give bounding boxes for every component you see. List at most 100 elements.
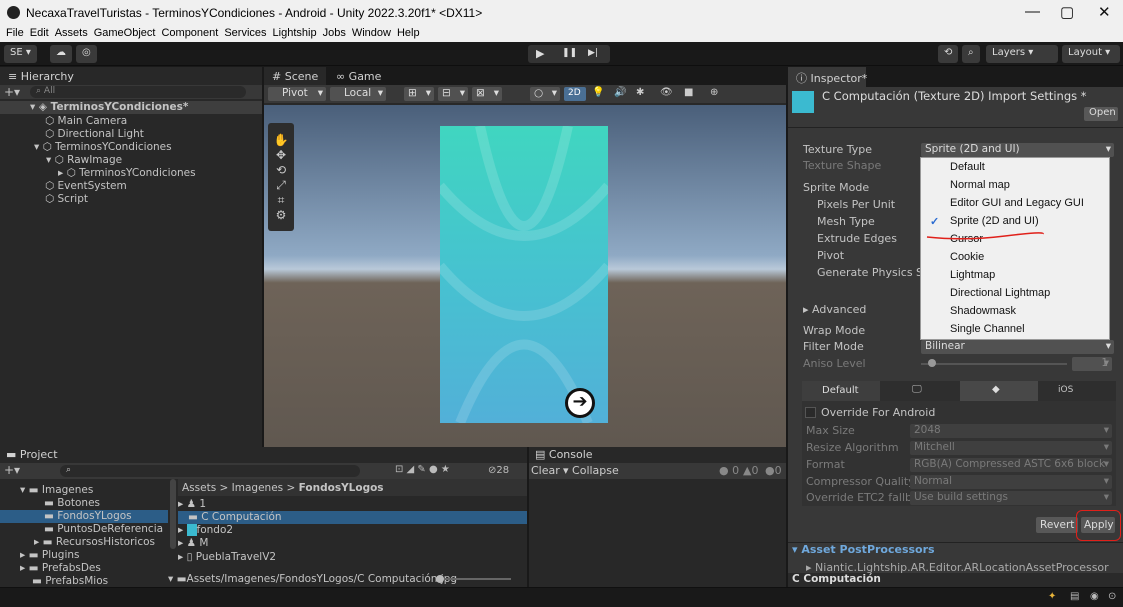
lighting-icon[interactable]: 💡 xyxy=(592,87,604,98)
2d-toggle[interactable]: 2D xyxy=(564,87,586,101)
hierarchy-item-eventsystem[interactable]: ⬡ EventSystem xyxy=(45,180,127,193)
layout-dropdown[interactable]: Layout ▾ xyxy=(1062,45,1120,63)
menu-gameobject[interactable]: GameObject xyxy=(94,27,156,39)
menu-lightship[interactable]: Lightship xyxy=(273,27,317,39)
menu-help[interactable]: Help xyxy=(397,27,420,39)
camera-icon[interactable]: ■ xyxy=(684,87,693,98)
menu-file[interactable]: File xyxy=(6,27,24,39)
move-tool-icon[interactable]: ✥ xyxy=(268,148,294,163)
rect-tool-icon[interactable]: ⌗ xyxy=(268,193,294,208)
maximize-button[interactable]: ▢ xyxy=(1060,3,1074,21)
tab-scene[interactable]: # Scene xyxy=(264,67,326,87)
hierarchy-item-directional-light[interactable]: ⬡ Directional Light xyxy=(45,128,144,141)
transform-tool-icon[interactable]: ⚙ xyxy=(268,208,294,223)
cloud-icon[interactable]: ☁ xyxy=(50,45,72,63)
layers-dropdown[interactable]: Layers ▾ xyxy=(986,45,1058,63)
folder-imagenes[interactable]: ▾ ▬ Imagenes xyxy=(20,484,93,497)
collapse-dropdown[interactable]: ▾ Collapse xyxy=(563,464,619,477)
tab-game[interactable]: ∞ Game xyxy=(328,67,389,87)
menu-services[interactable]: Services xyxy=(224,27,266,39)
effects-icon[interactable]: ✱ xyxy=(636,87,644,98)
hand-tool-icon[interactable]: ✋ xyxy=(268,133,294,148)
option-normal-map[interactable]: Normal map xyxy=(921,177,1109,195)
folder-prefabsdes[interactable]: ▸ ▬ PrefabsDes xyxy=(20,562,101,575)
hierarchy-item-script[interactable]: ⬡ Script xyxy=(45,193,88,206)
hierarchy-item-rawimage[interactable]: ▾ ⬡ RawImage xyxy=(46,154,122,167)
menu-edit[interactable]: Edit xyxy=(30,27,49,39)
aniso-slider-handle[interactable] xyxy=(928,359,936,367)
platform-tab-ios[interactable]: iOS xyxy=(1058,385,1073,395)
draw-mode-icon[interactable]: ○ xyxy=(530,87,560,101)
pivot-dropdown[interactable]: Pivot xyxy=(268,87,326,101)
menu-window[interactable]: Window xyxy=(352,27,391,39)
audio-icon[interactable]: 🔊 xyxy=(614,87,626,98)
checkmark-status-icon[interactable]: ⊙ xyxy=(1108,591,1116,602)
folder-fondosylogos[interactable]: ▬ FondosYLogos xyxy=(0,510,168,523)
tree-scrollbar[interactable] xyxy=(170,479,176,549)
aniso-slider[interactable] xyxy=(921,363,1067,365)
warning-count[interactable]: ▲0 xyxy=(743,464,758,477)
menu-component[interactable]: Component xyxy=(161,27,218,39)
filter-mode-dropdown[interactable]: Bilinear xyxy=(921,340,1114,354)
add-icon[interactable]: +▾ xyxy=(4,85,20,99)
option-directional-lightmap[interactable]: Directional Lightmap xyxy=(921,285,1109,303)
play-button[interactable]: ▶ xyxy=(536,47,544,60)
hierarchy-item-terminos-child[interactable]: ▸ ⬡ TerminosYCondiciones xyxy=(58,167,196,180)
grid-snap-icon[interactable]: ⊞ xyxy=(404,87,434,101)
rotate-tool-icon[interactable]: ⟲ xyxy=(268,163,294,178)
hierarchy-item-main-camera[interactable]: ⬡ Main Camera xyxy=(45,115,127,128)
network-icon[interactable]: ◉ xyxy=(1090,591,1099,602)
error-count[interactable]: ●0 xyxy=(765,464,782,477)
menu-jobs[interactable]: Jobs xyxy=(323,27,346,39)
snap-increment-icon[interactable]: ⊟ xyxy=(438,87,468,101)
option-shadowmask[interactable]: Shadowmask xyxy=(921,303,1109,321)
clear-button[interactable]: Clear xyxy=(531,464,560,477)
scene-root[interactable]: ▾ ◈ TerminosYCondiciones* xyxy=(0,101,262,114)
folder-botones[interactable]: ▬ Botones xyxy=(44,497,100,510)
icon-size-slider[interactable] xyxy=(437,578,511,580)
filter-icons[interactable]: ⊡ ◢ ✎ ● ★ xyxy=(395,464,450,475)
gizmos-icon[interactable]: ⊕ xyxy=(710,87,718,98)
local-dropdown[interactable]: Local xyxy=(330,87,386,101)
option-cookie[interactable]: Cookie xyxy=(921,249,1109,267)
collab-icon[interactable]: ◎ xyxy=(76,45,97,63)
project-search-input[interactable]: ⌕ xyxy=(60,465,360,477)
search-icon[interactable]: ⌕ xyxy=(962,45,980,63)
tab-inspector[interactable]: ⓘ Inspector* xyxy=(788,67,867,87)
android-icon[interactable]: ◆ xyxy=(960,381,1038,401)
tab-project[interactable]: ▬ Project xyxy=(0,447,527,463)
account-dropdown[interactable]: SE ▾ xyxy=(4,45,37,63)
option-single-channel[interactable]: Single Channel xyxy=(921,321,1109,339)
tab-console[interactable]: ▤ Console xyxy=(529,447,786,463)
folder-puntos[interactable]: ▬ PuntosDeReferencia xyxy=(44,523,163,536)
file-c-computacion[interactable]: ▬ C Computación xyxy=(178,511,527,524)
option-editor-gui[interactable]: Editor GUI and Legacy GUI xyxy=(921,195,1109,213)
texture-type-dropdown[interactable]: Sprite (2D and UI) xyxy=(921,143,1114,157)
folder-plugins[interactable]: ▸ ▬ Plugins xyxy=(20,549,80,562)
scene-viewport[interactable]: ➔ ✋ ✥ ⟲ ⤢ ⌗ ⚙ xyxy=(264,105,786,447)
grid-visibility-icon[interactable]: ⊠ xyxy=(472,87,502,101)
log-count[interactable]: ● 0 xyxy=(719,464,739,477)
file-pueblatravel[interactable]: ▸ ▯ PueblaTravelV2 xyxy=(178,551,276,564)
history-icon[interactable]: ⟲ xyxy=(938,45,959,63)
postprocessors-foldout[interactable]: ▾ Asset PostProcessors xyxy=(792,543,935,557)
option-lightmap[interactable]: Lightmap xyxy=(921,267,1109,285)
step-button[interactable]: ▶| xyxy=(588,48,598,58)
override-checkbox[interactable] xyxy=(805,407,816,418)
hidden-objects-icon[interactable]: 👁 xyxy=(660,87,673,98)
tab-hierarchy[interactable]: ≡ Hierarchy xyxy=(0,67,262,87)
advanced-foldout[interactable]: ▸ Advanced xyxy=(803,303,866,317)
close-button[interactable]: ✕ xyxy=(1098,3,1111,21)
platform-tab-default[interactable]: Default xyxy=(802,381,880,401)
pause-button[interactable]: ❚❚ xyxy=(562,48,577,58)
scale-tool-icon[interactable]: ⤢ xyxy=(268,178,294,193)
file-1[interactable]: ▸ ♟ 1 xyxy=(178,498,206,511)
folder-recursos[interactable]: ▸ ▬ RecursosHistoricos xyxy=(34,536,155,549)
minimize-button[interactable]: — xyxy=(1025,3,1040,20)
create-icon[interactable]: +▾ xyxy=(4,463,20,477)
aniso-value[interactable]: 1 xyxy=(1072,357,1112,371)
file-fondo2[interactable]: ▸ ▬fondo2 xyxy=(178,524,233,537)
lightbulb-icon[interactable]: ✦ xyxy=(1048,591,1056,602)
monitor-icon[interactable]: 🖵 xyxy=(912,384,922,395)
option-default[interactable]: Default xyxy=(921,159,1109,177)
